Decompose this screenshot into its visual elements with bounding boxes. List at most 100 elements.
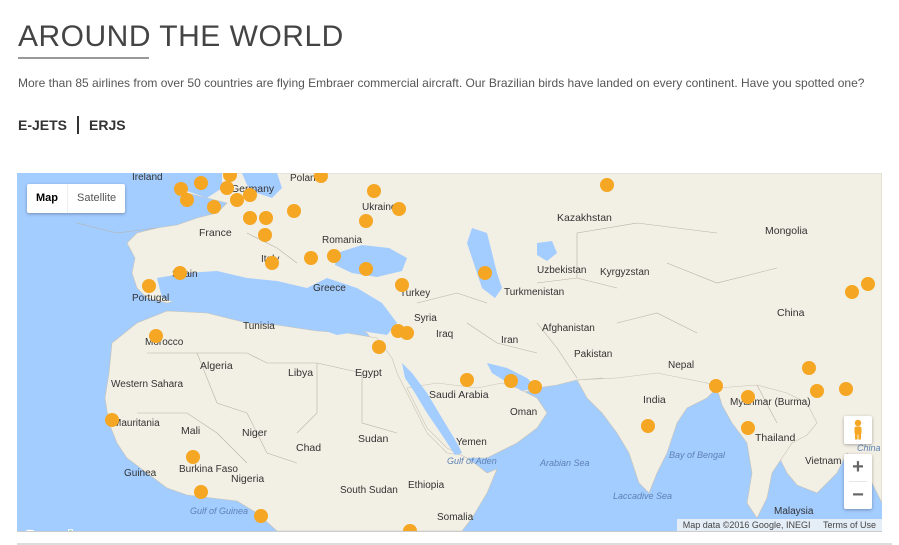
map-pin[interactable] [741, 421, 755, 435]
label-turkmenistan: Turkmenistan [504, 287, 564, 298]
label-vietnam: Vietnam [805, 456, 842, 467]
map-pin[interactable] [173, 266, 187, 280]
label-saudi-arabia: Saudi Arabia [429, 389, 489, 401]
label-oman: Oman [510, 407, 537, 418]
map-pin[interactable] [327, 249, 341, 263]
map-pin[interactable] [194, 176, 208, 190]
map-pin[interactable] [186, 450, 200, 464]
label-laccadive-sea: Laccadive Sea [613, 491, 672, 501]
label-thailand: Thailand [755, 432, 795, 444]
terms-of-use-link[interactable]: Terms of Use [823, 520, 876, 530]
map-pin[interactable] [395, 278, 409, 292]
zoom-out-button[interactable]: − [844, 482, 872, 509]
label-gulf-of-aden: Gulf of Aden [447, 456, 497, 466]
map-pin[interactable] [265, 256, 279, 270]
map-pin[interactable] [845, 285, 859, 299]
label-somalia: Somalia [437, 512, 474, 523]
label-kazakhstan: Kazakhstan [557, 212, 612, 224]
label-mongolia: Mongolia [765, 225, 808, 237]
map-pin[interactable] [372, 340, 386, 354]
label-tunisia: Tunisia [243, 321, 275, 332]
map-pin[interactable] [220, 181, 234, 195]
map-pin[interactable] [600, 178, 614, 192]
map-pin[interactable] [504, 374, 518, 388]
label-greece: Greece [313, 283, 346, 294]
label-kyrgyzstan: Kyrgyzstan [600, 267, 649, 278]
aircraft-tabs: E-JETS ERJS [18, 116, 126, 134]
map-pin[interactable] [839, 382, 853, 396]
map-pin[interactable] [392, 202, 406, 216]
street-view-pegman-icon[interactable] [844, 416, 872, 444]
label-china: China [777, 307, 805, 319]
map-pin[interactable] [194, 485, 208, 499]
label-romania: Romania [322, 235, 362, 246]
map-pin[interactable] [810, 384, 824, 398]
map-pin[interactable] [287, 204, 301, 218]
zoom-control: + − [844, 454, 872, 509]
label-portugal: Portugal [132, 293, 169, 304]
label-iraq: Iraq [436, 329, 453, 340]
label-arabian-sea: Arabian Sea [539, 458, 590, 468]
label-niger: Niger [242, 427, 268, 439]
map-pin[interactable] [243, 211, 257, 225]
map-pin[interactable] [243, 188, 257, 202]
map-pin[interactable] [359, 262, 373, 276]
map-pin[interactable] [258, 228, 272, 242]
label-gulf-of-guinea: Gulf of Guinea [190, 506, 248, 516]
map-pin[interactable] [180, 193, 194, 207]
label-algeria: Algeria [200, 360, 233, 372]
map-pin[interactable] [149, 329, 163, 343]
map-pin[interactable] [478, 266, 492, 280]
map-pin[interactable] [709, 379, 723, 393]
map-pin[interactable] [105, 413, 119, 427]
label-guinea: Guinea [124, 468, 157, 479]
label-malaysia: Malaysia [774, 506, 814, 517]
map-type-satellite-button[interactable]: Satellite [67, 184, 125, 213]
label-ireland: Ireland [132, 173, 163, 183]
map-pin[interactable] [528, 380, 542, 394]
map-pin[interactable] [207, 200, 221, 214]
label-chad: Chad [296, 442, 321, 454]
map-pin[interactable] [254, 509, 268, 523]
map-type-control: Map Satellite [27, 184, 126, 213]
label-western-sahara: Western Sahara [111, 379, 184, 390]
label-yemen: Yemen [456, 437, 487, 448]
map-pin[interactable] [802, 361, 816, 375]
map-pin[interactable] [259, 211, 273, 225]
tab-erjs[interactable]: ERJS [89, 117, 126, 133]
map-pin[interactable] [359, 214, 373, 228]
map-pin[interactable] [741, 390, 755, 404]
tab-divider [77, 116, 80, 134]
tab-e-jets[interactable]: E-JETS [18, 117, 67, 133]
world-map[interactable]: Ireland Germany Poland Ukraine Kazakhsta… [17, 173, 882, 532]
map-canvas[interactable]: Ireland Germany Poland Ukraine Kazakhsta… [17, 173, 882, 531]
label-ukraine: Ukraine [362, 202, 397, 213]
label-iran: Iran [501, 335, 518, 346]
map-attribution: Map data ©2016 Google, INEGI Terms of Us… [676, 519, 882, 531]
svg-text:Google: Google [23, 528, 83, 532]
label-sudan: Sudan [358, 433, 389, 445]
label-nigeria: Nigeria [231, 473, 264, 485]
page-title: AROUND THE WORLD [18, 20, 344, 53]
map-pin[interactable] [641, 419, 655, 433]
land-india [576, 372, 718, 494]
label-mauritania: Mauritania [113, 418, 160, 429]
map-data-credit: Map data ©2016 Google, INEGI [682, 520, 811, 530]
label-mali: Mali [181, 425, 200, 437]
map-pin[interactable] [367, 184, 381, 198]
label-france: France [199, 227, 232, 239]
map-pin[interactable] [230, 193, 244, 207]
label-ethiopia: Ethiopia [408, 480, 445, 491]
map-pin[interactable] [400, 326, 414, 340]
label-bay-of-bengal: Bay of Bengal [669, 450, 726, 460]
label-libya: Libya [288, 367, 313, 379]
label-india: India [643, 394, 666, 406]
zoom-in-button[interactable]: + [844, 454, 872, 481]
map-pin[interactable] [861, 277, 875, 291]
map-pin[interactable] [304, 251, 318, 265]
map-type-map-button[interactable]: Map [27, 184, 67, 213]
label-pakistan: Pakistan [574, 349, 612, 360]
map-pin[interactable] [142, 279, 156, 293]
map-pin[interactable] [460, 373, 474, 387]
label-nepal: Nepal [668, 360, 694, 371]
